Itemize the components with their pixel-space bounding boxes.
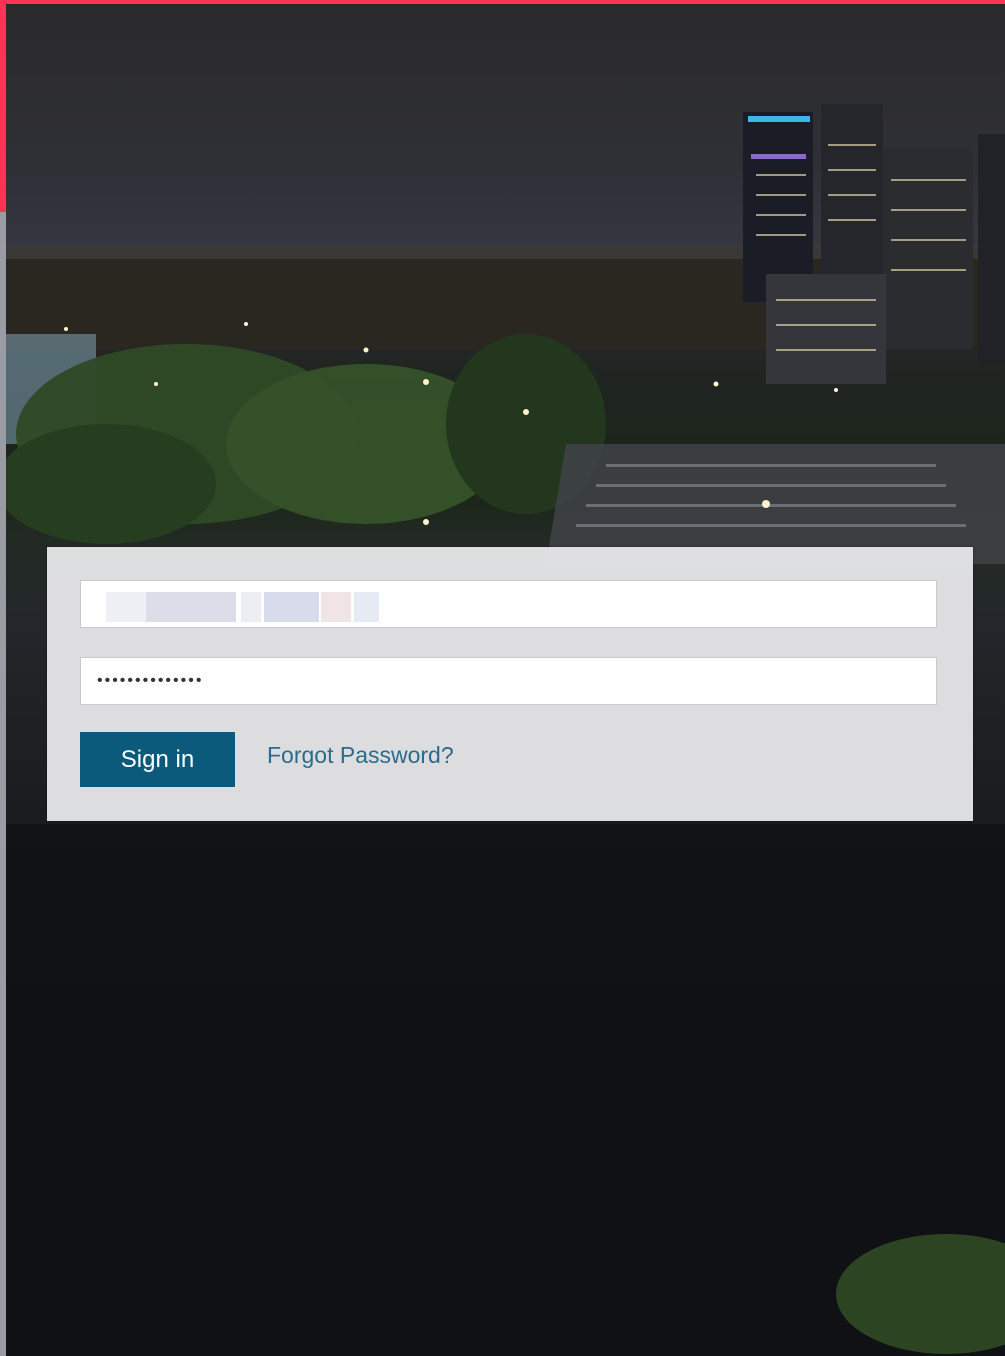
login-page: Sign in Forgot Password? xyxy=(0,0,1005,1356)
username-input[interactable] xyxy=(80,580,937,628)
forgot-password-link[interactable]: Forgot Password? xyxy=(267,740,454,770)
login-form: Sign in Forgot Password? xyxy=(47,547,973,821)
password-input[interactable] xyxy=(80,657,937,705)
sign-in-button[interactable]: Sign in xyxy=(80,732,235,787)
